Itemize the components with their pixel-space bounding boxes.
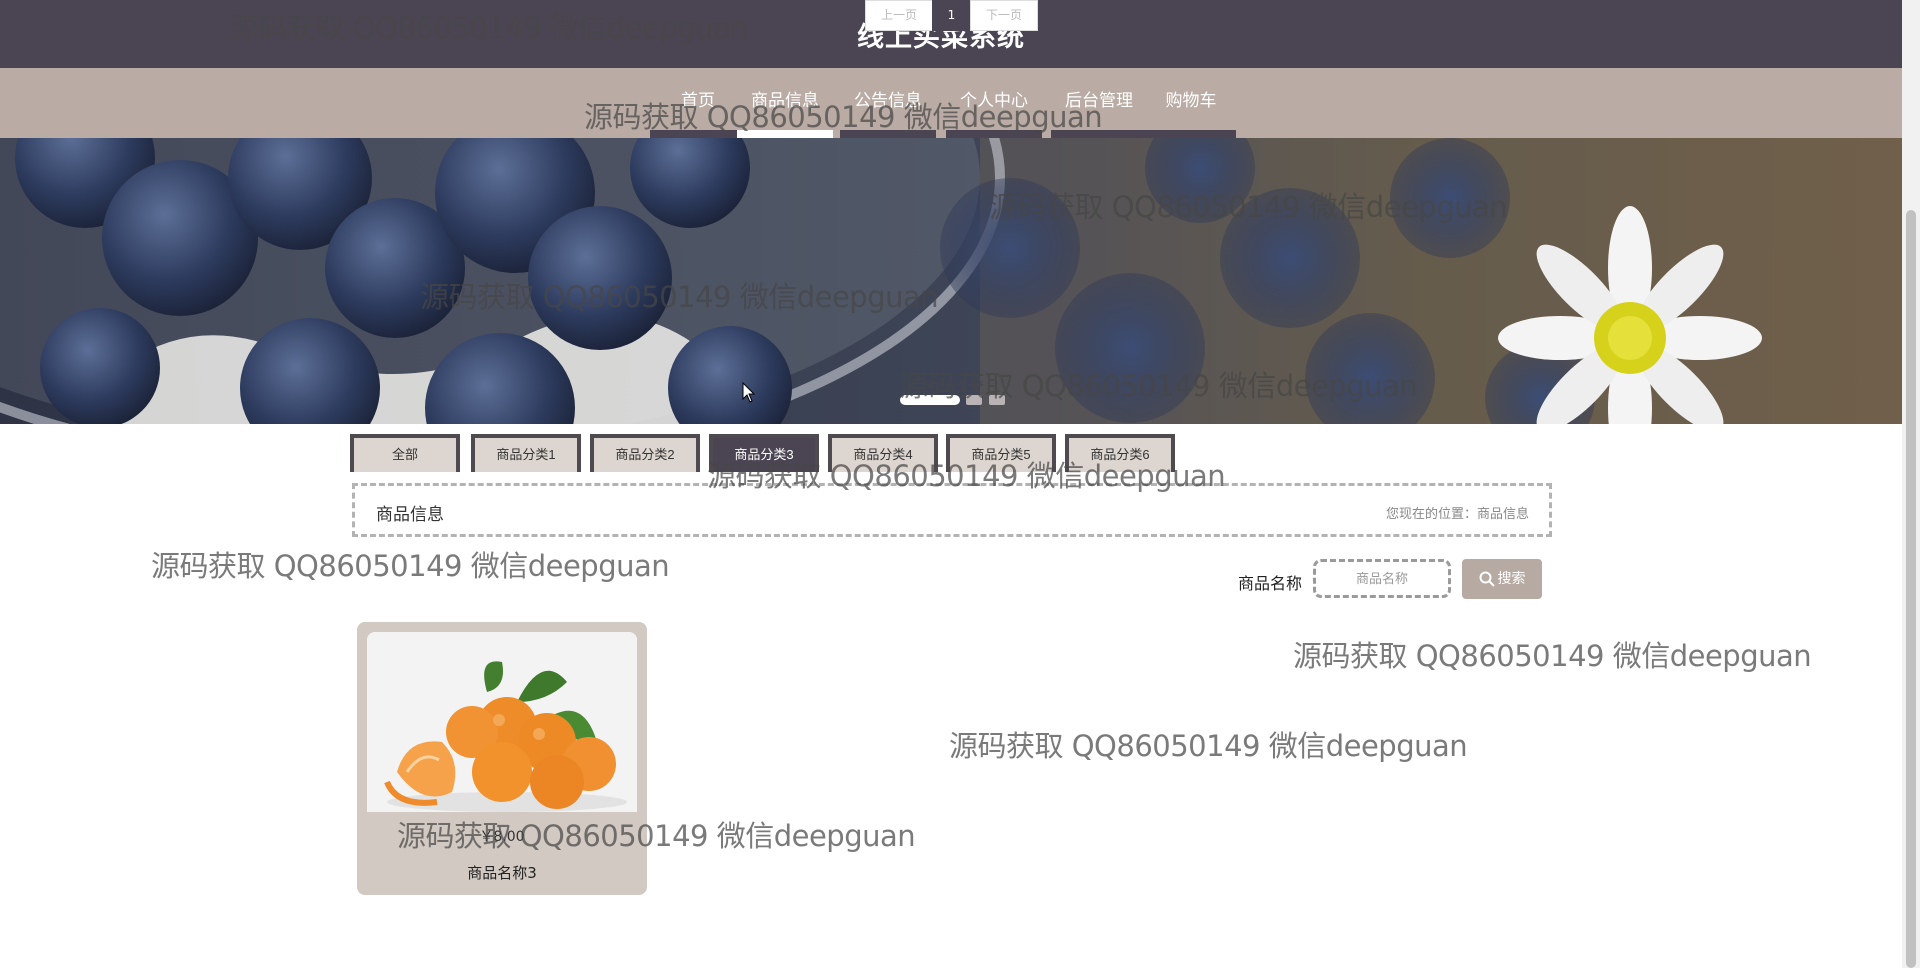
nav-item-label: 购物车 (1165, 91, 1217, 111)
watermark: 源码获取 QQ86050149 微信deepguan (949, 729, 1468, 763)
section-title: 商品信息 (376, 505, 444, 525)
nav-underline (1051, 130, 1147, 138)
watermark: 源码获取 QQ86050149 微信deepguan (151, 549, 670, 583)
product-image (367, 632, 637, 812)
search-icon (1479, 571, 1495, 587)
category-tab-1[interactable]: 商品分类1 (471, 434, 581, 472)
product-name: 商品名称3 (467, 864, 537, 882)
main-nav: 首页 商品信息 公告信息 个人中心 后台管理 购物车 (0, 68, 1902, 138)
scrollbar-thumb[interactable] (1906, 210, 1916, 968)
category-tab-6[interactable]: 商品分类6 (1065, 434, 1175, 472)
nav-underline (840, 130, 936, 138)
carousel-dot[interactable] (900, 395, 960, 405)
category-tab-2[interactable]: 商品分类2 (590, 434, 700, 472)
current-page-button[interactable]: 1 (932, 0, 971, 31)
search-label: 商品名称 (1238, 574, 1303, 593)
nav-underline (946, 130, 1042, 138)
carousel-dot[interactable] (966, 395, 982, 405)
next-page-button[interactable]: 下一页 (970, 0, 1038, 31)
nav-item-label: 商品信息 (751, 91, 819, 111)
breadcrumb: 商品信息 您现在的位置：商品信息 (352, 483, 1552, 537)
product-card[interactable]: ￥8.00 商品名称3 (357, 622, 647, 895)
search-input[interactable]: 商品名称 (1313, 559, 1451, 598)
category-tab-5[interactable]: 商品分类5 (946, 434, 1056, 472)
nav-item-label: 公告信息 (854, 91, 922, 111)
page: 线上买菜系统 首页 商品信息 公告信息 个人中心 后台管理 购物车 全部 商品分… (0, 0, 1920, 968)
product-price: ￥8.00 (479, 829, 525, 845)
category-tab-4[interactable]: 商品分类4 (828, 434, 938, 472)
nav-item-profile[interactable]: 个人中心 (944, 68, 1044, 138)
breadcrumb-location: 您现在的位置：商品信息 (1385, 507, 1529, 522)
category-tab-all[interactable]: 全部 (350, 434, 460, 472)
nav-item-products[interactable]: 商品信息 (735, 68, 835, 138)
nav-underline (1146, 130, 1236, 138)
search-button[interactable]: 搜索 (1462, 559, 1542, 599)
nav-item-label: 首页 (681, 91, 715, 111)
nav-item-label: 个人中心 (960, 91, 1028, 111)
prev-page-button[interactable]: 上一页 (865, 0, 933, 31)
nav-item-label: 后台管理 (1065, 91, 1133, 111)
page-content: 线上买菜系统 首页 商品信息 公告信息 个人中心 后台管理 购物车 全部 商品分… (0, 0, 1902, 968)
nav-item-cart[interactable]: 购物车 (1144, 68, 1238, 138)
nav-underline-active (737, 130, 833, 138)
nav-item-admin[interactable]: 后台管理 (1049, 68, 1149, 138)
carousel-dot[interactable] (989, 395, 1005, 405)
search-button-label: 搜索 (1497, 571, 1526, 587)
watermark: 源码获取 QQ86050149 微信deepguan (1293, 639, 1812, 673)
tangerines-image (367, 632, 637, 812)
mouse-cursor-icon (742, 382, 756, 403)
banner-carousel[interactable] (0, 138, 1902, 424)
nav-item-home[interactable]: 首页 (648, 68, 748, 138)
nav-underline (650, 130, 746, 138)
nav-item-notices[interactable]: 公告信息 (838, 68, 938, 138)
banner-image (0, 138, 1902, 424)
category-tab-3[interactable]: 商品分类3 (709, 434, 819, 472)
